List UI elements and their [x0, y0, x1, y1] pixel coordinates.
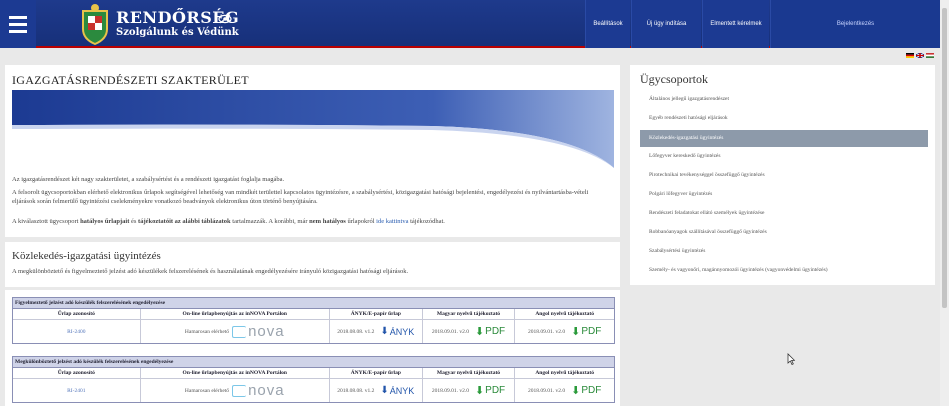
- para3-bold-guides: tájékoztatóit az alábbi táblázatok: [138, 218, 231, 225]
- nova-portal-logo[interactable]: nova: [232, 323, 285, 340]
- nova-text: nova: [248, 323, 285, 340]
- table-header-row: Űrlap azonosító On-line űrlapbenyújtás a…: [13, 309, 614, 320]
- nav-login[interactable]: Bejelentkezés: [770, 0, 940, 48]
- en-guide-version: 2018.09.01. v2.0: [527, 328, 566, 335]
- anyk-download-button[interactable]: ⬇ ÁNYK: [380, 326, 414, 337]
- column-header: Magyar nyelvű tájékoztató: [423, 309, 516, 319]
- pdf-label: PDF: [581, 326, 602, 337]
- intro-paragraph-2: A felsorolt ügycsoportokban elérhető ele…: [12, 189, 589, 205]
- en-pdf-download-button[interactable]: ⬇ PDF: [571, 384, 601, 397]
- download-arrow-icon: ⬇: [474, 326, 485, 338]
- logo-subtitle: Szolgálunk és Védünk: [116, 27, 239, 38]
- sidebar-item-pyrotechnics[interactable]: Pirotechnikai tevékenységgel összefüggő …: [640, 168, 928, 187]
- hu-guide-version: 2018.09.01. v2.0: [431, 328, 469, 335]
- column-header: Űrlap azonosító: [13, 309, 141, 319]
- mouse-cursor-icon: [787, 353, 795, 365]
- language-flags: [906, 53, 934, 58]
- sidebar-item-traffic[interactable]: Közlekedés-igazgatási ügyintézés: [640, 130, 928, 147]
- section-title: Közlekedés-igazgatási ügyintézés: [12, 250, 161, 262]
- column-header: Angol nyelvű tájékoztató: [535, 311, 594, 317]
- para3-bold-forms: hatályos űrlapjait: [80, 218, 130, 225]
- form-id-link[interactable]: RI-2400: [67, 329, 85, 335]
- nova-mark-icon: [232, 384, 247, 397]
- hu-pdf-download-button[interactable]: ⬇ PDF: [475, 325, 505, 338]
- sidebar-item-firearm-dealer[interactable]: Lőfegyver kereskedő ügyintézés: [640, 149, 928, 168]
- para3-bold-inactive: nem hatályos: [309, 218, 346, 225]
- anyk-version: 2018.08.08. v1.2: [337, 328, 375, 335]
- sidebar-title: Ügycsoportok: [640, 72, 708, 86]
- archive-forms-link[interactable]: ide kattintva: [376, 218, 408, 225]
- sidebar-item-misdemeanor[interactable]: Szabálysértési ügyintézés: [640, 244, 928, 263]
- form-table: Figyelmeztető jelzést adó készülék felsz…: [12, 297, 615, 344]
- download-arrow-icon: ⬇: [380, 326, 389, 337]
- nova-portal-logo[interactable]: nova: [232, 382, 285, 399]
- case-group-list: Általános jellegű igazgatásrendészet Egy…: [640, 92, 928, 282]
- download-arrow-icon: ⬇: [474, 385, 485, 397]
- nav-saved-cases[interactable]: Elmentett kérelmek: [702, 0, 769, 48]
- decorative-banner: [12, 90, 614, 168]
- pdf-label: PDF: [485, 385, 506, 396]
- download-arrow-icon: ⬇: [380, 385, 389, 396]
- intro-paragraph-3: A kiválasztott ügycsoport hatályos űrlap…: [12, 217, 612, 226]
- nav-settings[interactable]: Beállítások: [585, 0, 630, 48]
- nav-new-case[interactable]: Új ügy indítása: [631, 0, 701, 48]
- para3-text: tartalmazzák. A korábbi, már: [230, 218, 310, 225]
- pdf-label: PDF: [581, 385, 602, 396]
- en-guide-version: 2018.09.01. v2.0: [527, 387, 566, 394]
- hu-guide-version: 2018.09.01. v2.0: [431, 387, 469, 394]
- table-row: RI-2400 Hamarosan elérhető nova 2018.08.…: [13, 320, 614, 343]
- para3-text: A kiválasztott ügycsoport: [12, 218, 81, 225]
- download-arrow-icon: ⬇: [571, 385, 581, 397]
- anyk-label: ÁNYK: [389, 385, 415, 396]
- en-pdf-download-button[interactable]: ⬇ PDF: [571, 325, 601, 338]
- section-description: A megkülönböztető és figyelmeztető jelzé…: [12, 268, 409, 275]
- table-title: Megkülönböztető jelzést adó készülék fel…: [13, 357, 614, 368]
- table-title: Figyelmeztető jelzést adó készülék felsz…: [13, 298, 614, 309]
- column-header: Űrlap azonosító: [13, 368, 141, 378]
- pdf-label: PDF: [485, 326, 506, 337]
- anyk-label: ÁNYK: [389, 326, 415, 337]
- column-header: ÁNYK/E-papír űrlap: [330, 368, 423, 378]
- sidebar-item-other-procedures[interactable]: Egyéb rendészeti hatósági eljárások: [640, 111, 928, 130]
- online-status: Hamarosan elérhető: [184, 328, 230, 335]
- column-header: Magyar nyelvű tájékoztató: [423, 368, 516, 378]
- table-header-row: Űrlap azonosító On-line űrlapbenyújtás a…: [13, 368, 614, 379]
- section-panel: [5, 242, 620, 287]
- sidebar-item-civil-firearm[interactable]: Polgári lőfegyver ügyintézés: [640, 187, 928, 206]
- sidebar-item-explosives[interactable]: Robbanóanyagok szállításával összefüggő …: [640, 225, 928, 244]
- form-table: Megkülönböztető jelzést adó készülék fel…: [12, 356, 615, 403]
- police-crest-icon[interactable]: [80, 3, 110, 45]
- sidebar-item-general[interactable]: Általános jellegű igazgatásrendészet: [640, 92, 928, 111]
- online-status: Hamarosan elérhető: [184, 387, 230, 394]
- anyk-download-button[interactable]: ⬇ ÁNYK: [380, 385, 414, 396]
- hu-pdf-download-button[interactable]: ⬇ PDF: [475, 384, 505, 397]
- table-row: RI-2401 Hamarosan elérhető nova 2018.08.…: [13, 379, 614, 402]
- intro-paragraph-1: Az igazgatásrendészet két nagy szakterül…: [12, 176, 285, 183]
- column-header: ÁNYK/E-papír űrlap: [330, 309, 423, 319]
- para3-text: tájékozódhat.: [408, 218, 445, 225]
- column-header: On-line űrlapbenyújtás az inNOVA Portálo…: [141, 368, 330, 378]
- sidebar-item-law-enforcement-staff[interactable]: Rendészeti feladatokat ellátó személyek …: [640, 206, 928, 225]
- accessibility-eye-icon[interactable]: [218, 14, 232, 24]
- scrollbar-thumb[interactable]: [942, 8, 947, 308]
- column-header: On-line űrlapbenyújtás az inNOVA Portálo…: [141, 309, 330, 319]
- download-arrow-icon: ⬇: [571, 326, 581, 338]
- anyk-version: 2018.08.08. v1.2: [337, 387, 375, 394]
- english-flag-icon[interactable]: [916, 53, 924, 58]
- sidebar-item-security-guards[interactable]: Személy- és vagyonőri, magánnyomozói ügy…: [640, 263, 928, 282]
- nova-mark-icon: [232, 325, 247, 338]
- hamburger-menu-icon[interactable]: [0, 0, 36, 48]
- page-title: IGAZGATÁSRENDÉSZETI SZAKTERÜLET: [12, 73, 249, 87]
- para3-text: űrlapokról: [345, 218, 377, 225]
- para3-text: és: [129, 218, 139, 225]
- column-header: Angol nyelvű tájékoztató: [535, 370, 594, 376]
- form-id-link[interactable]: RI-2401: [67, 388, 85, 394]
- hungarian-flag-icon[interactable]: [926, 53, 934, 58]
- nova-text: nova: [248, 382, 285, 399]
- german-flag-icon[interactable]: [906, 53, 914, 58]
